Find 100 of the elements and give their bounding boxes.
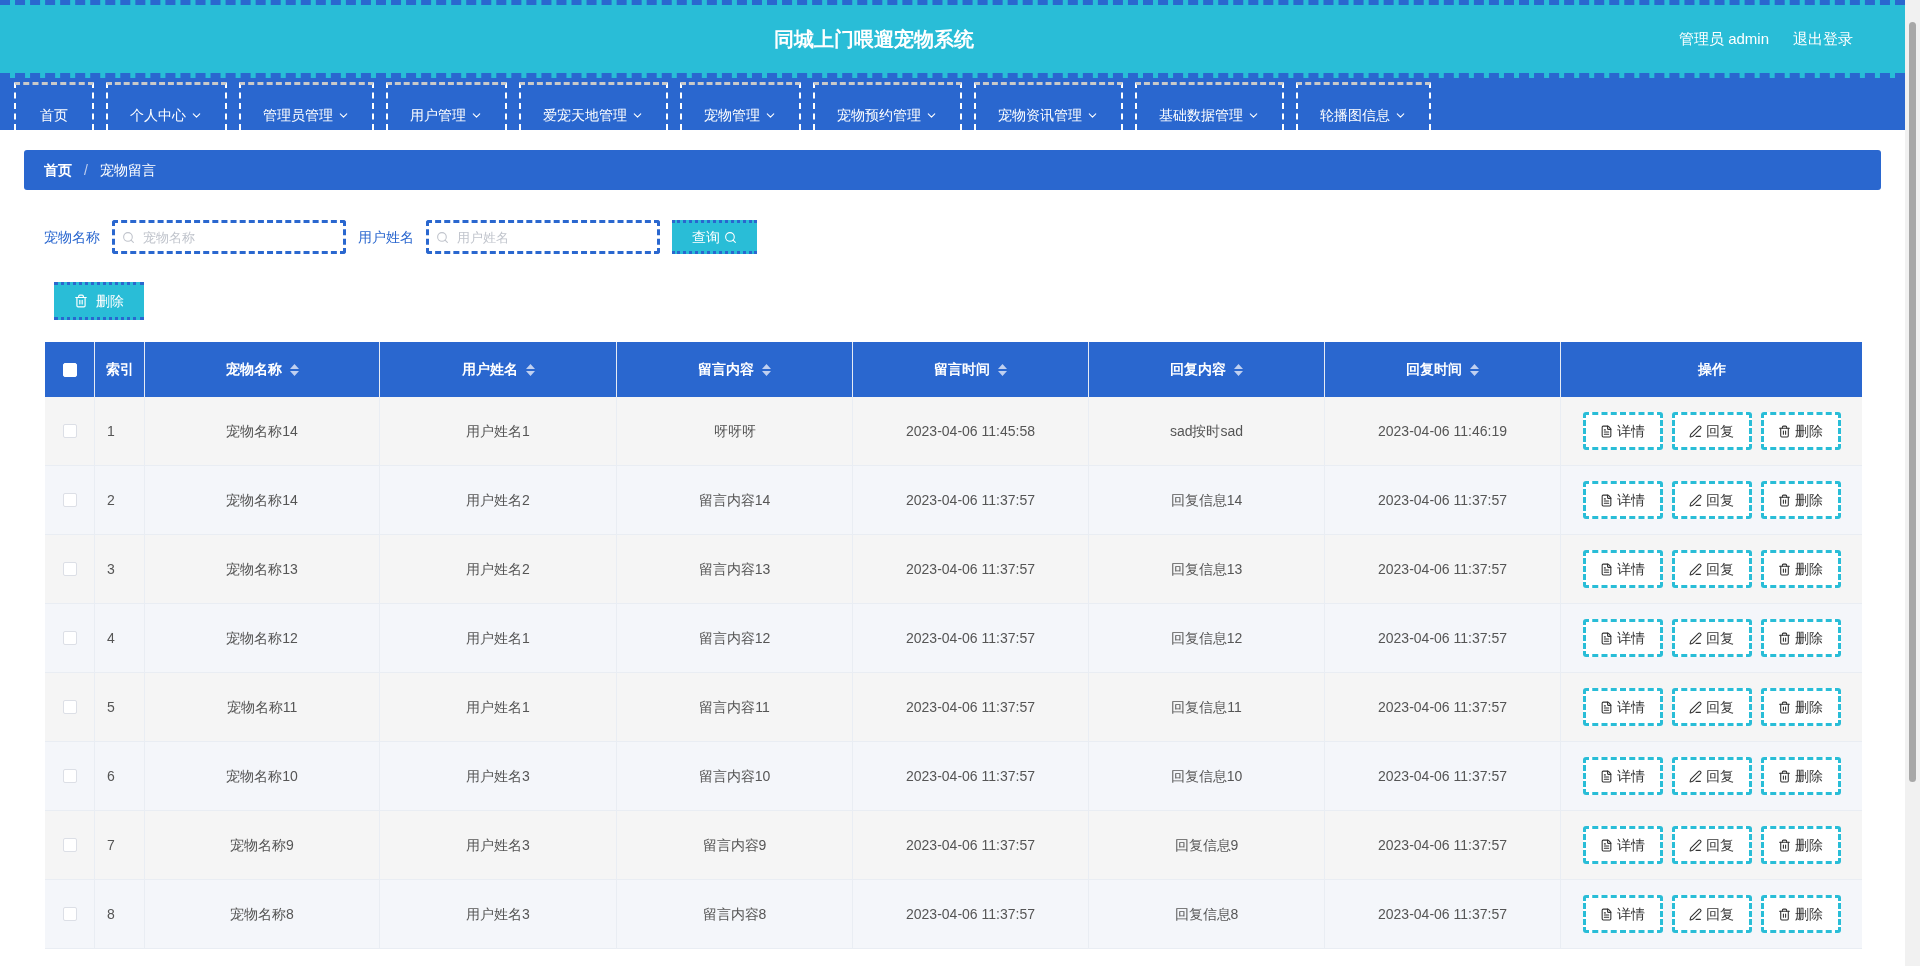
- details-button[interactable]: 详情: [1582, 550, 1663, 588]
- table-cell-text: 宠物名称13: [226, 559, 298, 579]
- sort-icon[interactable]: [998, 363, 1007, 376]
- reply-button[interactable]: 回复: [1671, 619, 1752, 657]
- nav-menu-item[interactable]: 首页: [14, 82, 94, 130]
- column-header[interactable]: 宠物名称: [225, 359, 299, 380]
- pen-icon: [1689, 838, 1702, 852]
- delete-button[interactable]: 删除: [1760, 688, 1841, 726]
- details-button[interactable]: 详情: [1582, 619, 1663, 657]
- table-cell-text: 用户姓名2: [466, 490, 530, 510]
- breadcrumb-separator: /: [84, 160, 88, 180]
- nav-menu-item[interactable]: 轮播图信息: [1296, 82, 1431, 130]
- document-icon: [1600, 769, 1613, 783]
- delete-button[interactable]: 删除: [1760, 619, 1841, 657]
- search-icon: [436, 231, 449, 244]
- reply-button[interactable]: 回复: [1671, 550, 1752, 588]
- document-icon: [1600, 631, 1613, 645]
- document-icon: [1600, 562, 1613, 576]
- search-icon: [122, 231, 135, 244]
- delete-button[interactable]: 删除: [1760, 550, 1841, 588]
- table-cell-text: 2023-04-06 11:37:57: [1378, 559, 1507, 579]
- table-cell-text: 用户姓名2: [466, 559, 530, 579]
- sort-icon[interactable]: [1470, 363, 1479, 376]
- field-label: 宠物名称: [44, 227, 100, 247]
- search-field[interactable]: 用户姓名: [426, 220, 660, 254]
- table-cell-text: 宠物名称11: [226, 697, 298, 717]
- details-button[interactable]: 详情: [1582, 757, 1663, 795]
- table-cell-text: 用户姓名1: [466, 628, 530, 648]
- details-button[interactable]: 详情: [1582, 895, 1663, 933]
- table-cell-text: 2023-04-06 11:37:57: [906, 835, 1035, 855]
- table-cell-text: 2023-04-06 11:37:57: [906, 628, 1035, 648]
- pen-icon: [1689, 700, 1702, 714]
- search-icon: [724, 230, 737, 244]
- checkbox[interactable]: [62, 631, 77, 645]
- sort-icon[interactable]: [525, 363, 535, 376]
- nav-menu-item[interactable]: 爱宠天地管理: [519, 82, 668, 130]
- table-cell-text: 6: [107, 766, 115, 786]
- table-cell-text: 回复信息11: [1171, 697, 1242, 717]
- search-field[interactable]: 宠物名称: [112, 220, 346, 254]
- table-cell-text: 4: [107, 628, 115, 648]
- details-button[interactable]: 详情: [1582, 688, 1663, 726]
- table-cell-text: 用户姓名3: [466, 904, 530, 924]
- table-cell-text: 2023-04-06 11:37:57: [1378, 766, 1507, 786]
- checkbox[interactable]: [62, 838, 77, 852]
- breadcrumb-item[interactable]: 首页: [44, 159, 72, 181]
- sort-icon[interactable]: [1234, 363, 1243, 376]
- checkbox[interactable]: [62, 700, 77, 714]
- delete-button[interactable]: 删除: [1760, 757, 1841, 795]
- trash-icon: [1778, 907, 1791, 921]
- delete-button[interactable]: 删除: [1760, 895, 1841, 933]
- delete-button[interactable]: 删除: [1760, 481, 1841, 519]
- reply-button[interactable]: 回复: [1671, 481, 1752, 519]
- reply-button[interactable]: 回复: [1671, 895, 1752, 933]
- table-cell-text: 2023-04-06 11:37:57: [906, 559, 1035, 579]
- nav-menu-item[interactable]: 宠物预约管理: [813, 82, 962, 130]
- details-button[interactable]: 详情: [1582, 412, 1663, 450]
- sort-icon[interactable]: [762, 363, 771, 376]
- details-button[interactable]: 详情: [1582, 481, 1663, 519]
- details-button[interactable]: 详情: [1582, 826, 1663, 864]
- reply-button[interactable]: 回复: [1671, 826, 1752, 864]
- reply-button[interactable]: 回复: [1671, 412, 1752, 450]
- checkbox[interactable]: [62, 493, 77, 507]
- table-cell-text: 2023-04-06 11:46:19: [1378, 421, 1507, 441]
- table-cell-text: 2023-04-06 11:37:57: [1378, 697, 1507, 717]
- nav-menu-item[interactable]: 管理员管理: [239, 82, 374, 130]
- pen-icon: [1689, 424, 1702, 438]
- delete-button[interactable]: 删除: [1760, 826, 1841, 864]
- table-cell-text: 2: [107, 490, 115, 510]
- nav-menu-item[interactable]: 个人中心: [106, 82, 227, 130]
- table-cell-text: 留言内容10: [698, 766, 771, 786]
- table-cell-text: 2023-04-06 11:37:57: [1378, 490, 1507, 510]
- nav-menu-item[interactable]: 用户管理: [386, 82, 507, 130]
- column-header[interactable]: 用户姓名: [461, 359, 535, 380]
- sort-icon[interactable]: [289, 363, 299, 376]
- nav-menu-item[interactable]: 基础数据管理: [1135, 82, 1284, 130]
- checkbox[interactable]: [62, 769, 77, 783]
- nav-menu-item[interactable]: 宠物资讯管理: [974, 82, 1123, 130]
- column-header[interactable]: 回复时间: [1406, 359, 1479, 380]
- checkbox[interactable]: [62, 907, 77, 921]
- checkbox[interactable]: [62, 562, 77, 576]
- table-cell-text: 留言内容9: [702, 835, 767, 855]
- table-cell-text: 2023-04-06 11:37:57: [1378, 835, 1507, 855]
- checkbox[interactable]: [62, 424, 77, 438]
- delete-button[interactable]: 删除: [1760, 412, 1841, 450]
- table-cell-text: 3: [107, 559, 115, 579]
- reply-button[interactable]: 回复: [1671, 688, 1752, 726]
- column-header[interactable]: 留言内容: [698, 359, 771, 380]
- trash-icon: [1778, 424, 1791, 438]
- nav-menu-item[interactable]: 宠物管理: [680, 82, 801, 130]
- reply-button[interactable]: 回复: [1671, 757, 1752, 795]
- table-cell-text: 回复信息9: [1174, 835, 1239, 855]
- trash-icon: [1778, 562, 1791, 576]
- table-cell-text: 2023-04-06 11:37:57: [906, 766, 1035, 786]
- column-header[interactable]: 留言时间: [934, 359, 1007, 380]
- table-cell-text: 回复信息13: [1170, 559, 1243, 579]
- table-cell-text: 宠物名称12: [226, 628, 298, 648]
- trash-icon: [74, 294, 88, 308]
- trash-icon: [1778, 493, 1791, 507]
- pen-icon: [1689, 493, 1702, 507]
- column-header[interactable]: 回复内容: [1170, 359, 1243, 380]
